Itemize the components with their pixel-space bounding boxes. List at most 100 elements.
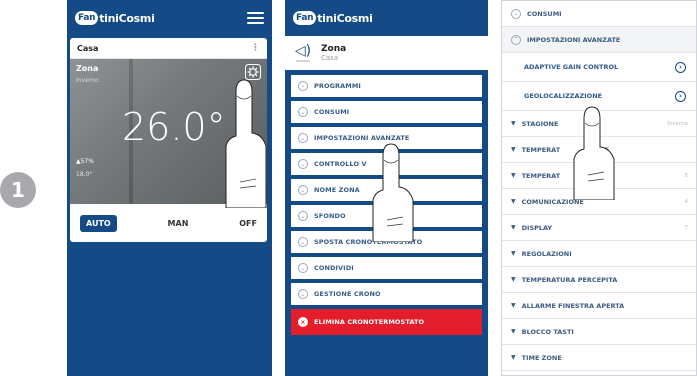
chevron-down-icon: ⌄ [298,211,308,221]
step-number-badge: 1 [0,172,36,208]
row-value: 5 [684,172,689,179]
setting-row-allarme-finestra[interactable]: ▼ ALLARME FINESTRA APERTA [502,293,696,319]
delete-thermostat-button[interactable]: × ELIMINA CRONOTERMOSTATO [291,309,482,335]
row-value: 4 [684,198,689,205]
menu-item-controllo[interactable]: ⌄ CONTROLLO V [291,153,482,175]
menu-item-label: SFONDO [314,212,346,220]
menu-item-label: NOME ZONA [314,186,360,194]
chevron-down-icon: ⌄ [298,159,308,169]
zone-title: Zona [321,44,347,54]
chevron-down-icon: ▼ [511,354,516,361]
menu-item-consumi[interactable]: ⌄ CONSUMI [502,1,696,27]
card-menu-icon[interactable]: ⋮ [251,43,260,53]
menu-item-label: GESTIONE CRONO [314,290,381,298]
row-label: GEOLOCALIZZAZIONE [524,92,603,100]
menu-item-label: IMPOSTAZIONI AVANZATE [314,134,410,142]
row-value: Inverno [667,120,688,127]
menu-item-label: CONDIVIDI [314,264,354,272]
chevron-down-icon: ▼ [511,224,516,231]
chevron-down-icon: ▼ [511,250,516,257]
row-label: BLOCCO TASTI [521,327,574,336]
menu-item-sposta[interactable]: ⌄ SPOSTA CRONOTERMOSTATO [291,231,482,253]
menu-item-sfondo[interactable]: ⌄ SFONDO [291,205,482,227]
row-label: TEMPERATURA PERCEPITA [521,275,618,284]
phone-screen-zone-menu: Fan tiniCosmi ◁) INVERNO Zona Casa › PROGR… [285,0,488,376]
zone-header: ◁) INVERNO Zona Casa [285,36,488,70]
menu-item-label: PROGRAMMI [314,82,361,90]
arrow-right-circle-icon[interactable]: › [675,90,686,102]
row-label: TEMPERAT [521,145,561,154]
icon-caption: INVERNO [296,59,310,63]
chevron-down-icon: ▼ [511,120,516,127]
chevron-down-icon: ⌄ [511,8,521,19]
menu-item-impostazioni-avanzate[interactable]: ⌃ IMPOSTAZIONI AVANZATE [502,27,696,53]
setting-row-time-zone[interactable]: ▼ TIME ZONE [502,345,696,371]
mode-off-button[interactable]: OFF [239,219,257,228]
brand-logo: Fan tiniCosmi [75,11,155,25]
zone-menu-list: › PROGRAMMI ⌄ CONSUMI ⌄ IMPOSTAZIONI AVANZA… [291,75,482,339]
chevron-down-icon: ▼ [511,328,516,335]
setting-row-display[interactable]: ▼ DISPLAY 7 [502,215,696,241]
row-value: 7 [684,224,689,231]
setting-row-regolazioni[interactable]: ▼ REGOLAZIONI [502,241,696,267]
mode-selector: AUTO MAN OFF [70,204,267,242]
phone-screen-advanced-settings: ⌄ CONSUMI ⌃ IMPOSTAZIONI AVANZATE ADAPTIVE… [501,0,697,376]
row-label-end: TE [600,145,610,154]
hamburger-menu-icon[interactable] [247,12,264,24]
menu-item-condividi[interactable]: ⌄ CONDIVIDI [291,257,482,279]
setting-row-temperatura[interactable]: ▼ TEMPERAT TE [502,137,696,163]
zone-name: Zona [76,64,99,73]
menu-item-nome-zona[interactable]: ⌄ NOME ZONA [291,179,482,201]
row-label: ALLARME FINESTRA APERTA [521,301,625,310]
app-header: Fan tiniCosmi [285,0,488,36]
menu-item-consumi[interactable]: ⌄ CONSUMI [291,101,482,123]
card-header: Casa ⋮ [70,38,267,59]
app-header: Fan tiniCosmi [67,0,272,36]
adaptive-gain-control-item[interactable]: ADAPTIVE GAIN CONTROL › [502,53,696,82]
row-label: ADAPTIVE GAIN CONTROL [524,63,619,71]
geolocalizzazione-item[interactable]: GEOLOCALIZZAZIONE › [502,82,696,111]
chevron-down-icon: ⌄ [298,289,308,299]
setting-row-comunicazione[interactable]: ▼ COMUNICAZIONE 4 [502,189,696,215]
delete-label: ELIMINA CRONOTERMOSTATO [314,318,425,326]
chevron-right-icon: › [298,81,308,91]
mode-man-button[interactable]: MAN [168,219,189,228]
row-label: DISPLAY [521,223,553,232]
chevron-down-icon: ⌄ [298,107,308,117]
row-label: CONSUMI [527,9,562,18]
menu-item-impostazioni-avanzate[interactable]: ⌄ IMPOSTAZIONI AVANZATE [291,127,482,149]
chevron-down-icon: ▼ [511,302,516,309]
zone-background-photo[interactable]: Zona Inverno 26.0° ▲57% 18.0° [70,59,267,204]
chevron-down-icon: ▼ [511,146,516,153]
zone-season: Inverno [76,77,99,84]
thermostat-icon: ◁) INVERNO [291,43,315,63]
row-label: REGOLAZIONI [521,249,572,258]
logo-text: tiniCosmi [99,11,155,25]
menu-item-label: SPOSTA CRONOTERMOSTATO [314,238,423,246]
chevron-down-icon: ⌄ [298,133,308,143]
logo-mark: Fan [75,11,99,25]
zone-humidity: ▲57% [76,158,94,165]
row-label: STAGIONE [521,119,559,128]
chevron-up-icon: ⌃ [511,34,521,45]
phone-screen-home: Fan tiniCosmi Casa ⋮ Zona Inverno 26.0° … [67,0,272,376]
setting-row-temperatura-percepita[interactable]: ▼ TEMPERATURA PERCEPITA [502,267,696,293]
menu-item-programmi[interactable]: › PROGRAMMI [291,75,482,97]
setting-row-stagione[interactable]: ▼ STAGIONE Inverno [502,111,696,137]
setting-row-blocco-tasti[interactable]: ▼ BLOCCO TASTI [502,319,696,345]
brand-logo: Fan tiniCosmi [293,11,373,25]
menu-item-label: CONTROLLO V [314,160,367,168]
row-label: TIME ZONE [521,353,562,362]
card-title: Casa [77,43,99,53]
setting-row-temperatura-antigelo[interactable]: ▼ TEMPERAT GELO 5 [502,163,696,189]
logo-mark: Fan [293,11,317,25]
arrow-right-circle-icon[interactable]: › [675,61,686,73]
menu-item-gestione-crono[interactable]: ⌄ GESTIONE CRONO [291,283,482,305]
row-label: COMUNICAZIONE [521,197,584,206]
chevron-down-icon: ▼ [511,276,516,283]
menu-item-label: CONSUMI [314,108,350,116]
settings-gear-icon[interactable] [245,64,261,80]
zone-setpoint: 18.0° [76,171,93,178]
close-icon: × [298,317,308,327]
mode-auto-button[interactable]: AUTO [80,214,117,232]
